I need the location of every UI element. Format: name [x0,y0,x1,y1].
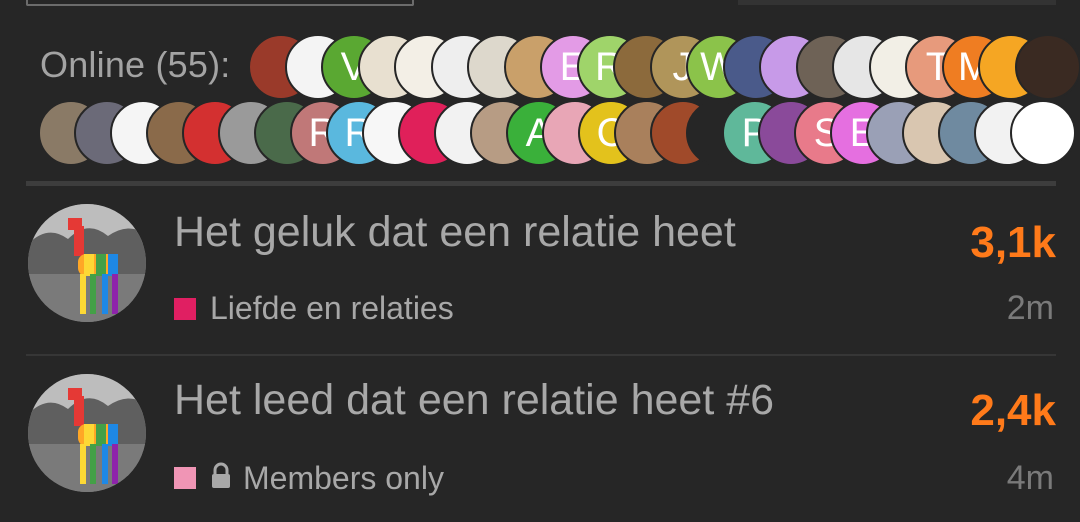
lock-icon [210,462,232,495]
topic-time: 2m [1006,289,1054,327]
online-avatars-row-1: VERJWTM [0,34,1080,100]
topic-title[interactable]: Het geluk dat een relatie heet [174,208,736,257]
rainbow-llama-avatar[interactable] [28,374,146,492]
topic-divider [26,354,1056,356]
category-label[interactable]: Members only [243,460,444,497]
category-label[interactable]: Liefde en relaties [210,290,454,327]
online-user-avatar[interactable] [1010,100,1076,166]
section-divider [26,181,1056,186]
online-avatars-row-2: RRACPSE [0,100,1080,166]
rainbow-llama-avatar[interactable] [28,204,146,322]
forum-page: Online (55): VERJWTM RRACPSE Het geluk d… [0,0,1080,522]
topic-reply-count: 3,1k [970,218,1056,267]
topic-title[interactable]: Het leed dat een relatie heet #6 [174,376,774,425]
category-color-badge [174,298,196,320]
search-field-edge[interactable] [26,0,414,6]
topic-reply-count: 2,4k [970,386,1056,435]
online-user-avatar[interactable] [1014,34,1080,100]
top-bar-edge [738,0,1056,5]
topic-time: 4m [1006,459,1054,497]
category-color-badge [174,467,196,489]
